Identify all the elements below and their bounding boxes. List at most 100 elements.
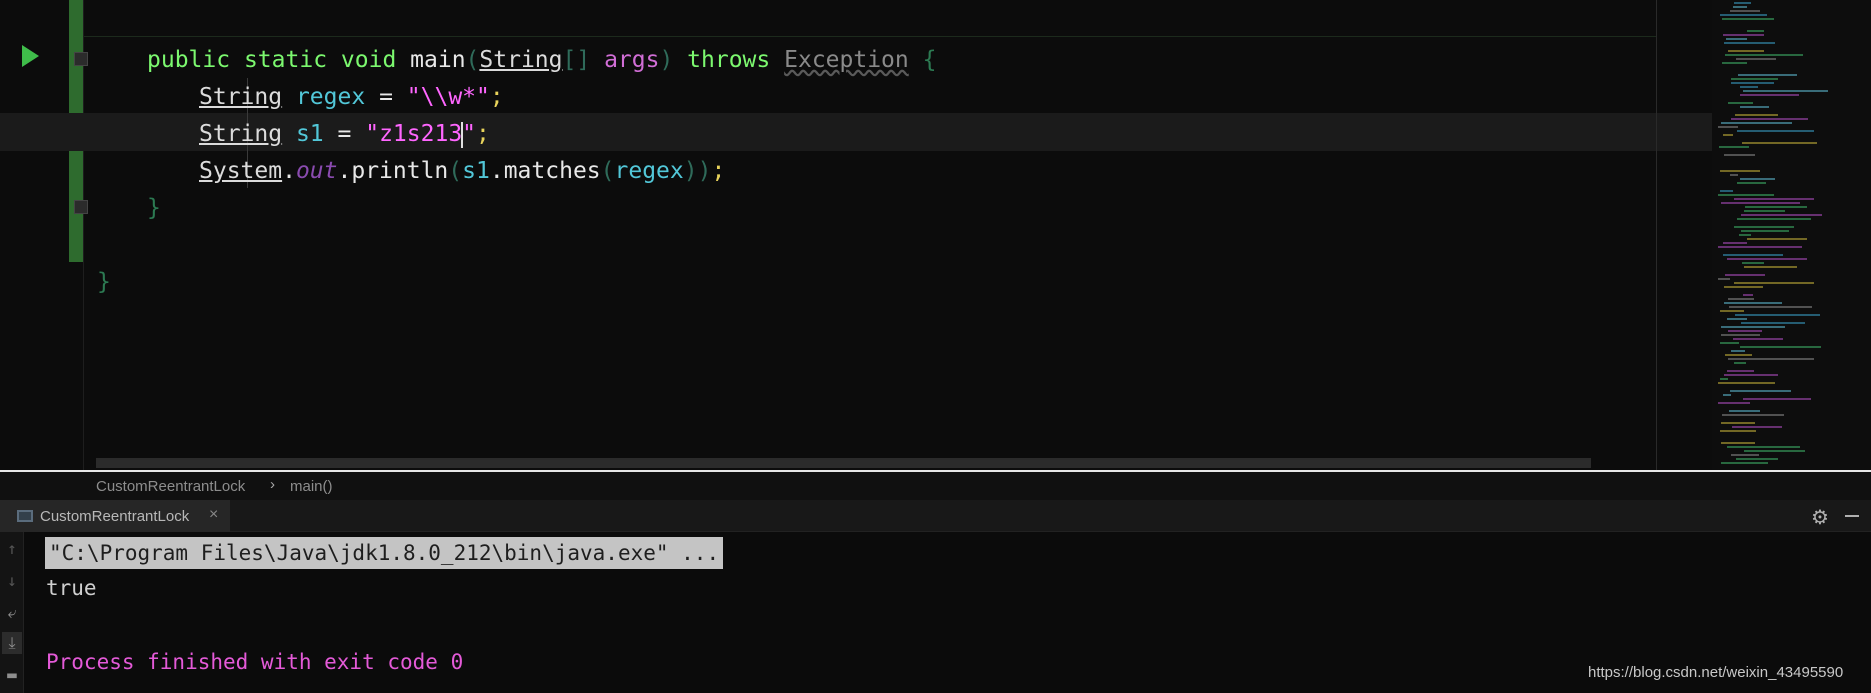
console-command-line[interactable]: "C:\Program Files\Java\jdk1.8.0_212\bin\… (45, 537, 724, 569)
minimap-line (1731, 350, 1745, 352)
minimap-line (1743, 90, 1828, 92)
minimap-line (1747, 238, 1807, 240)
breadcrumb-method[interactable]: main() (290, 478, 333, 495)
keyword: void (340, 47, 397, 73)
fold-icon[interactable] (74, 52, 88, 66)
minimap-line (1725, 274, 1765, 276)
code-editor[interactable]: public static void main(String[] args) t… (0, 0, 1871, 470)
minimap-line (1736, 458, 1778, 460)
minimap-line (1728, 50, 1764, 52)
minimap-line (1723, 134, 1733, 136)
breadcrumb-class[interactable]: CustomReentrantLock (96, 478, 245, 495)
minimap-line (1745, 206, 1807, 208)
variable: s1 (462, 158, 490, 184)
print-icon[interactable]: ▬ (2, 664, 22, 686)
type-name: String (199, 121, 283, 147)
code-area[interactable]: public static void main(String[] args) t… (97, 0, 1656, 470)
operator: = (379, 84, 393, 110)
keyword: throws (687, 47, 771, 73)
minimap-line (1731, 82, 1774, 84)
editor-gutter (0, 0, 88, 470)
semicolon: ; (476, 121, 490, 147)
brace: } (147, 195, 161, 221)
minimap-line (1734, 226, 1794, 228)
minimap-line (1728, 102, 1753, 104)
code-minimap[interactable] (1712, 0, 1871, 470)
right-margin-guide (1656, 0, 1657, 470)
horizontal-scrollbar[interactable] (96, 458, 1591, 468)
minimap-line (1741, 230, 1789, 232)
minimap-line (1721, 326, 1785, 328)
minimap-line (1741, 214, 1822, 216)
minimap-line (1734, 2, 1751, 4)
code-line-2: String regex = "\\w*"; (199, 79, 504, 115)
minimap-line (1726, 38, 1747, 40)
string-literal: "z1s213 (365, 121, 463, 147)
gear-icon[interactable]: ⚙ (1811, 505, 1829, 530)
method-call: matches (503, 158, 601, 184)
minimap-line (1723, 242, 1747, 244)
minimap-line (1734, 282, 1814, 284)
minimap-line (1722, 414, 1784, 416)
minimap-line (1744, 450, 1805, 452)
minimize-icon[interactable] (1845, 515, 1859, 517)
close-icon[interactable]: × (209, 506, 218, 524)
minimap-line (1731, 78, 1778, 80)
method-name: main (410, 47, 466, 73)
minimap-line (1718, 402, 1750, 404)
minimap-line (1729, 410, 1760, 412)
fold-icon[interactable] (74, 200, 88, 214)
minimap-line (1718, 246, 1802, 248)
code-line-3: String s1 = "z1s213"; (199, 116, 490, 152)
minimap-line (1728, 358, 1814, 360)
paren: ( (600, 158, 615, 184)
minimap-line (1721, 202, 1800, 204)
down-arrow-icon[interactable]: ↓ (2, 570, 22, 592)
type-name: System (199, 158, 283, 184)
minimap-line (1730, 174, 1738, 176)
semicolon: ; (711, 158, 726, 184)
minimap-line (1743, 398, 1811, 400)
minimap-line (1730, 390, 1791, 392)
minimap-line (1724, 42, 1775, 44)
exception-type: Exception (784, 47, 909, 73)
minimap-line (1724, 286, 1763, 288)
minimap-line (1723, 394, 1731, 396)
minimap-line (1720, 170, 1760, 172)
minimap-line (1725, 354, 1752, 356)
minimap-line (1735, 314, 1820, 316)
soft-wrap-icon[interactable]: ⤶ (2, 602, 22, 624)
up-arrow-icon[interactable]: ↑ (2, 538, 22, 560)
code-line-6: } (97, 264, 111, 300)
type-name: String (479, 47, 563, 73)
paren: ( (448, 158, 463, 184)
minimap-line (1722, 18, 1774, 20)
minimap-line (1744, 210, 1785, 212)
minimap-line (1734, 198, 1814, 200)
run-side-toolbar: ↑ ↓ ⤶ ⤓ ▬ (0, 532, 24, 693)
type-name: String (199, 84, 283, 110)
minimap-line (1718, 194, 1774, 196)
string-literal: "\\w*" (406, 84, 490, 110)
minimap-line (1742, 142, 1817, 144)
minimap-line (1740, 106, 1769, 108)
minimap-line (1731, 454, 1759, 456)
static-field: out (295, 158, 338, 184)
minimap-line (1740, 346, 1821, 348)
paren: ( (465, 47, 480, 73)
paren: )) (683, 158, 712, 184)
minimap-line (1727, 318, 1747, 320)
minimap-line (1720, 342, 1739, 344)
minimap-line (1740, 94, 1799, 96)
scroll-to-end-icon[interactable]: ⤓ (2, 632, 22, 654)
console-icon (17, 510, 33, 522)
minimap-line (1719, 146, 1749, 148)
run-tool-window-header: CustomReentrantLock × ⚙ (0, 500, 1871, 532)
minimap-line (1740, 178, 1775, 180)
tab-run-config[interactable]: CustomReentrantLock × (0, 500, 230, 532)
minimap-line (1720, 378, 1728, 380)
run-icon[interactable] (22, 45, 39, 67)
console-exit-message: Process finished with exit code 0 (46, 650, 464, 674)
parameter: args (604, 47, 660, 73)
variable: regex (295, 84, 366, 110)
